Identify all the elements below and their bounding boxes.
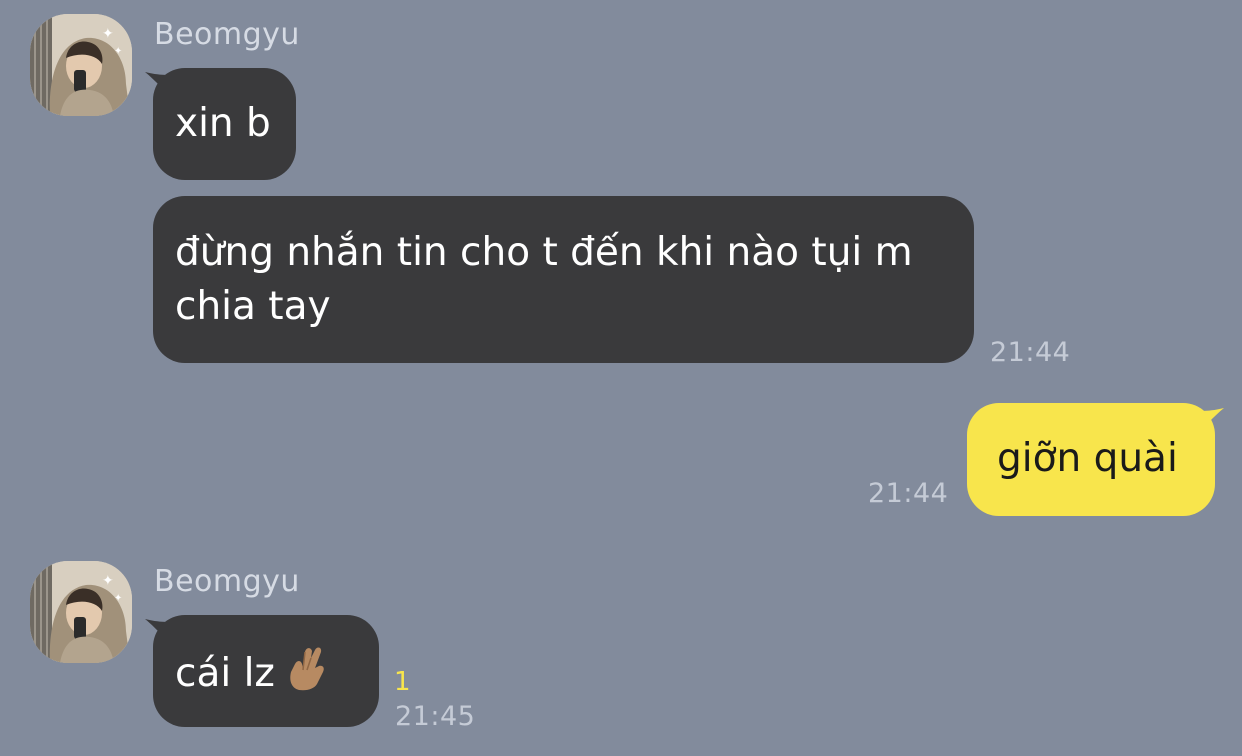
message-bubble[interactable]: giỡn quài — [967, 403, 1215, 516]
svg-text:✦: ✦ — [114, 593, 122, 604]
crossed-fingers-icon — [285, 644, 329, 707]
message-timestamp: 21:44 — [868, 478, 949, 509]
sender-avatar[interactable]: ✦ ✦ — [30, 561, 132, 663]
sender-name: Beomgyu — [154, 17, 300, 52]
svg-text:✦: ✦ — [114, 46, 122, 57]
message-bubble[interactable]: đừng nhắn tin cho t đến khi nào tụi m ch… — [153, 196, 974, 363]
avatar-photo: ✦ ✦ — [30, 561, 132, 663]
message-text: xin b — [175, 101, 271, 146]
unread-count: 1 — [394, 667, 411, 697]
svg-text:✦: ✦ — [102, 26, 114, 42]
message-text: giỡn quài — [997, 436, 1178, 481]
message-timestamp: 21:44 — [990, 337, 1071, 368]
message-text-line: chia tay — [175, 284, 331, 329]
sender-avatar[interactable]: ✦ ✦ — [30, 14, 132, 116]
message-text-line: đừng nhắn tin cho t đến khi nào tụi m — [175, 230, 913, 275]
sender-name: Beomgyu — [154, 564, 300, 599]
message-bubble[interactable]: xin b — [153, 68, 296, 180]
message-bubble[interactable]: cái lz — [153, 615, 379, 727]
message-text: cái lz — [175, 651, 275, 696]
message-timestamp: 21:45 — [395, 701, 476, 732]
avatar-photo: ✦ ✦ — [30, 14, 132, 116]
svg-text:✦: ✦ — [102, 573, 114, 589]
